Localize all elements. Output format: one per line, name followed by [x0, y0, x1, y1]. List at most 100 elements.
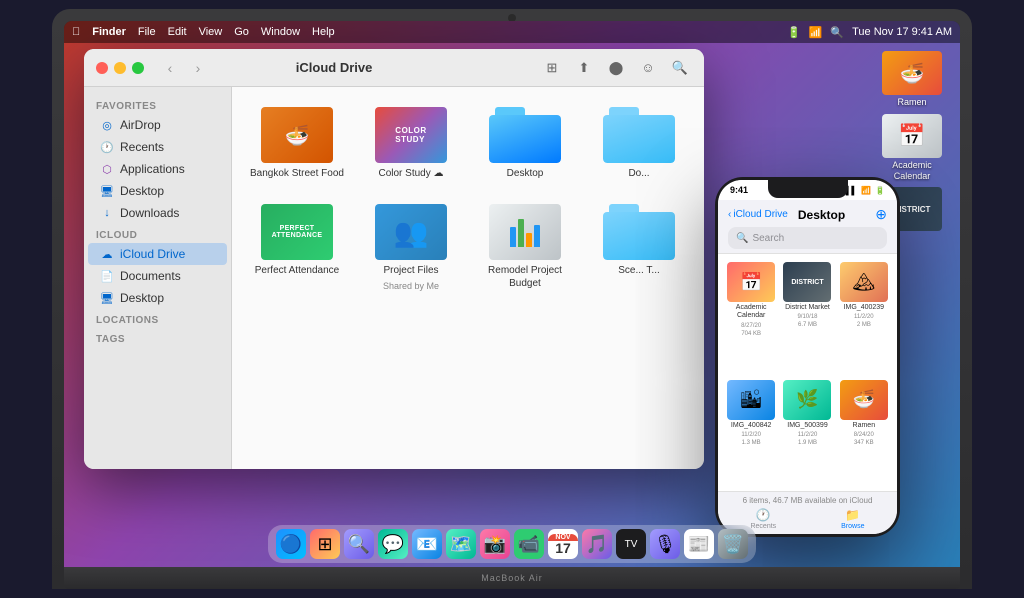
- iphone-district-name: District Market: [785, 304, 830, 312]
- iphone-file-img500399[interactable]: 🌿 IMG_500399 11/2/20 1.9 MB: [782, 380, 832, 483]
- iphone-search-bar[interactable]: 🔍 Search: [728, 227, 887, 249]
- search-icon[interactable]: 🔍: [830, 26, 844, 39]
- iphone-nav: ‹ iCloud Drive Desktop ⊕ 🔍 Search: [718, 200, 897, 254]
- dock-calendar[interactable]: NOV 17: [548, 529, 578, 559]
- more-icon[interactable]: ☺: [636, 56, 660, 80]
- desktop-icon-calendar[interactable]: 📅 AcademicCalendar: [876, 114, 948, 182]
- macbook-shell:  Finder File Edit View Go Window Help 🔋…: [52, 9, 972, 589]
- locations-section: Locations: [84, 309, 231, 328]
- iphone-tab-recents[interactable]: 🕐 Recents: [750, 508, 776, 530]
- iphone-more-icon[interactable]: ⊕: [875, 206, 887, 223]
- calendar-thumb: 📅: [882, 114, 942, 158]
- desktop-folder-thumb: [489, 107, 561, 163]
- menu-finder[interactable]: Finder: [92, 26, 126, 38]
- dock-facetime[interactable]: 📹: [514, 529, 544, 559]
- sidebar-item-desktop-icloud[interactable]: 🖥 Desktop: [88, 287, 227, 309]
- iphone-img2-thumb: 🏙: [727, 380, 775, 420]
- iphone-time: 9:41: [730, 185, 748, 195]
- iphone-img1-date: 11/2/20: [854, 314, 874, 320]
- dock: 🔵 ⊞ 🔍 💬 📧 🗺️ 📸 📹 NOV 17 🎵 TV 🎙 📰 🗑️: [268, 525, 756, 563]
- iphone-back-button[interactable]: ‹ iCloud Drive: [728, 209, 788, 220]
- file-item-bangkok[interactable]: 🍜 Bangkok Street Food: [244, 99, 350, 188]
- sidebar-item-icloud-drive[interactable]: ☁ iCloud Drive: [88, 243, 227, 265]
- share-icon[interactable]: ⬆: [572, 56, 596, 80]
- close-button[interactable]: [96, 62, 108, 74]
- iphone-file-img400842[interactable]: 🏙 IMG_400842 11/2/20 1.3 MB: [726, 380, 776, 483]
- menubar:  Finder File Edit View Go Window Help 🔋…: [64, 21, 960, 43]
- desktop-icon-ramen[interactable]: 🍜 Ramen: [876, 51, 948, 108]
- scene-folder-thumb: [603, 204, 675, 260]
- sidebar-item-downloads[interactable]: ↓ Downloads: [88, 202, 227, 224]
- browse-tab-label: Browse: [841, 523, 864, 530]
- scene-name: Sce... T...: [618, 264, 660, 277]
- dock-maps[interactable]: 🗺️: [446, 529, 476, 559]
- menu-file[interactable]: File: [138, 26, 156, 38]
- search-icon[interactable]: 🔍: [668, 56, 692, 80]
- sidebar-item-airdrop[interactable]: ◎ AirDrop: [88, 114, 227, 136]
- tag-icon[interactable]: ⬤: [604, 56, 628, 80]
- iphone-cal-date: 8/27/20: [741, 323, 761, 329]
- menu-help[interactable]: Help: [312, 26, 335, 38]
- iphone-file-district[interactable]: DISTRICT District Market 9/10/18 6.7 MB: [782, 262, 832, 374]
- menu-window[interactable]: Window: [261, 26, 300, 38]
- iphone-file-academic[interactable]: 📅 Academic Calendar 8/27/20 704 KB: [726, 262, 776, 374]
- forward-button[interactable]: ›: [188, 58, 208, 78]
- attendance-thumb: PERFECT ATTENDANCE: [261, 204, 333, 260]
- recents-icon: 🕐: [100, 140, 114, 154]
- file-item-color-study[interactable]: COLORSTUDY Color Study ☁: [358, 99, 464, 188]
- dock-news[interactable]: 📰: [684, 529, 714, 559]
- dock-messages[interactable]: 💬: [378, 529, 408, 559]
- iphone-img2-date: 11/2/20: [741, 432, 761, 438]
- menu-edit[interactable]: Edit: [168, 26, 187, 38]
- sidebar-item-desktop[interactable]: 🖥 Desktop: [88, 180, 227, 202]
- sidebar-item-documents[interactable]: 📄 Documents: [88, 265, 227, 287]
- bar-3: [526, 233, 532, 247]
- do-folder-icon: [603, 107, 675, 163]
- iphone-file-img400239[interactable]: 🏔 IMG_400239 11/2/20 2 MB: [839, 262, 889, 374]
- dock-music[interactable]: 🎵: [582, 529, 612, 559]
- sidebar-item-recents[interactable]: 🕐 Recents: [88, 136, 227, 158]
- file-item-project-files[interactable]: 👥 Project Files Shared by Me: [358, 196, 464, 299]
- iphone-cal-thumb: 📅: [727, 262, 775, 302]
- iphone-storage-info: 6 items, 46.7 MB available on iCloud: [718, 496, 897, 508]
- file-item-remodel[interactable]: Remodel Project Budget: [472, 196, 578, 299]
- fullscreen-button[interactable]: [132, 62, 144, 74]
- menu-view[interactable]: View: [199, 26, 223, 38]
- dock-finder[interactable]: 🔵: [276, 529, 306, 559]
- view-toggle-icon[interactable]: ⊞: [540, 56, 564, 80]
- dock-launchpad[interactable]: ⊞: [310, 529, 340, 559]
- iphone-img3-name: IMG_500399: [787, 422, 827, 430]
- macbook-label: MacBook Air: [481, 573, 543, 583]
- desktop-icon-sidebar: 🖥: [100, 184, 114, 198]
- file-item-attendance[interactable]: PERFECT ATTENDANCE Perfect Attendance: [244, 196, 350, 299]
- file-item-do[interactable]: Do...: [586, 99, 692, 188]
- iphone-cal-name: Academic Calendar: [726, 304, 776, 321]
- finder-sidebar: Favorites ◎ AirDrop 🕐 Recents ⬡ Applicat…: [84, 87, 232, 469]
- do-folder-name: Do...: [628, 167, 649, 180]
- iphone-tab-browse[interactable]: 📁 Browse: [841, 508, 864, 530]
- finder-window: ‹ › iCloud Drive ⊞ ⬆ ⬤ ☺ 🔍 Favorite: [84, 49, 704, 469]
- minimize-button[interactable]: [114, 62, 126, 74]
- recents-label: Recents: [120, 140, 164, 154]
- airdrop-label: AirDrop: [120, 118, 161, 132]
- back-button[interactable]: ‹: [160, 58, 180, 78]
- finder-body: Favorites ◎ AirDrop 🕐 Recents ⬡ Applicat…: [84, 87, 704, 469]
- file-item-scene[interactable]: Sce... T...: [586, 196, 692, 299]
- dock-photos[interactable]: 📸: [480, 529, 510, 559]
- color-study-name: Color Study ☁: [378, 167, 443, 180]
- iphone-ramen-date: 8/24/20: [854, 432, 874, 438]
- dock-mail[interactable]: 📧: [412, 529, 442, 559]
- traffic-lights: [96, 62, 144, 74]
- back-chevron: ‹: [728, 209, 731, 220]
- dock-appletv[interactable]: TV: [616, 529, 646, 559]
- apple-menu[interactable]: : [72, 26, 80, 38]
- files-grid: 🍜 Bangkok Street Food COLORSTUDY Color S…: [244, 99, 692, 299]
- iphone-file-ramen[interactable]: 🍜 Ramen 8/24/20 347 KB: [839, 380, 889, 483]
- menu-go[interactable]: Go: [234, 26, 249, 38]
- project-files-thumb: 👥: [375, 204, 447, 260]
- dock-trash[interactable]: 🗑️: [718, 529, 748, 559]
- file-item-desktop[interactable]: Desktop: [472, 99, 578, 188]
- sidebar-item-applications[interactable]: ⬡ Applications: [88, 158, 227, 180]
- dock-spotlight[interactable]: 🔍: [344, 529, 374, 559]
- dock-podcast[interactable]: 🎙: [650, 529, 680, 559]
